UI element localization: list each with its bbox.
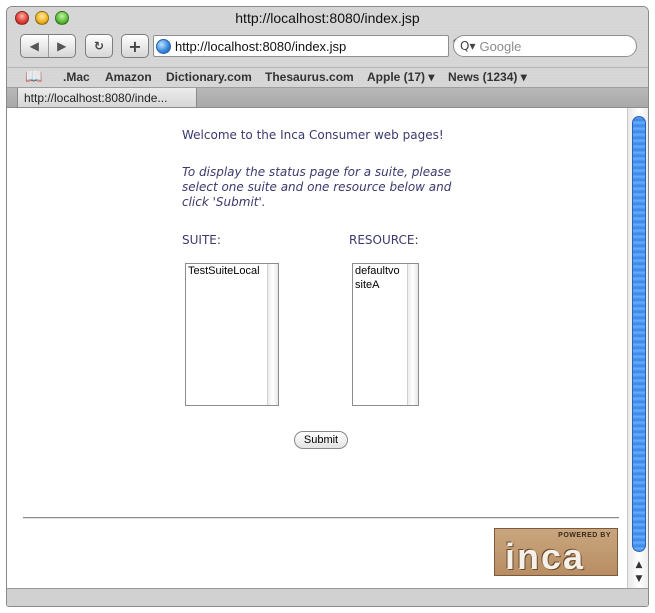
instructions-text: To display the status page for a suite, … xyxy=(182,165,452,209)
suite-listbox-scrollbar[interactable] xyxy=(267,264,278,405)
scroll-down-arrow-icon[interactable]: ▼ xyxy=(628,572,648,586)
navigation-toolbar: ◀ ▶ ↻ + http://localhost:8080/index.jsp … xyxy=(7,34,648,62)
bookmark-news-menu[interactable]: News (1234) ▾ xyxy=(448,70,527,84)
search-placeholder: Google xyxy=(479,38,522,54)
bookmarks-bar: 📖 .Mac Amazon Dictionary.com Thesaurus.c… xyxy=(7,67,648,85)
suite-label: SUITE: xyxy=(182,233,221,247)
tab-bar: http://localhost:8080/inde... xyxy=(7,87,648,108)
scrollbar-thumb[interactable] xyxy=(632,116,646,552)
bookmark-dictionary[interactable]: Dictionary.com xyxy=(166,70,252,84)
tab-current-page[interactable]: http://localhost:8080/inde... xyxy=(17,88,197,108)
page-scrollbar[interactable]: ▲ ▼ xyxy=(627,108,648,588)
add-bookmark-button[interactable]: + xyxy=(121,34,149,58)
page-content: Welcome to the Inca Consumer web pages! … xyxy=(7,108,627,588)
resource-label: RESOURCE: xyxy=(349,233,419,247)
bookmark-amazon[interactable]: Amazon xyxy=(105,70,152,84)
footer-divider xyxy=(23,517,619,519)
forward-arrow-icon[interactable]: ▶ xyxy=(49,39,76,53)
submit-button[interactable]: Submit xyxy=(294,431,348,449)
title-bar: http://localhost:8080/index.jsp xyxy=(7,7,648,29)
bookmark-apple-menu[interactable]: Apple (17) ▾ xyxy=(367,70,434,84)
globe-icon xyxy=(156,38,171,54)
reload-icon: ↻ xyxy=(93,39,105,53)
browser-window: http://localhost:8080/index.jsp ◀ ▶ ↻ + … xyxy=(6,6,649,607)
reload-button[interactable]: ↻ xyxy=(85,34,113,58)
welcome-heading: Welcome to the Inca Consumer web pages! xyxy=(182,128,444,142)
search-field[interactable]: Q▾ Google xyxy=(453,35,637,57)
logo-inca-text: inca xyxy=(505,536,586,577)
resource-listbox-scrollbar[interactable] xyxy=(407,264,418,405)
address-bar[interactable]: http://localhost:8080/index.jsp ^ xyxy=(153,35,460,57)
back-forward-group: ◀ ▶ xyxy=(20,34,76,58)
suite-listbox[interactable]: TestSuiteLocal xyxy=(185,263,279,406)
window-title: http://localhost:8080/index.jsp xyxy=(235,10,420,26)
bookmarks-book-icon[interactable]: 📖 xyxy=(25,68,42,85)
plus-icon: + xyxy=(128,36,142,56)
browser-chrome: http://localhost:8080/index.jsp ◀ ▶ ↻ + … xyxy=(7,7,648,108)
bookmark-thesaurus[interactable]: Thesaurus.com xyxy=(265,70,354,84)
scroll-up-arrow-icon[interactable]: ▲ xyxy=(628,558,648,572)
powered-by-inca-logo: POWERED BY inca xyxy=(494,528,618,577)
status-bar xyxy=(7,588,648,606)
suite-option[interactable]: TestSuiteLocal xyxy=(186,264,278,278)
search-icon[interactable]: Q▾ xyxy=(460,39,475,53)
bookmark-mac[interactable]: .Mac xyxy=(63,70,90,84)
back-arrow-icon[interactable]: ◀ xyxy=(21,39,48,53)
address-bar-url[interactable]: http://localhost:8080/index.jsp xyxy=(175,39,346,54)
resource-listbox[interactable]: defaultvo siteA xyxy=(352,263,419,406)
